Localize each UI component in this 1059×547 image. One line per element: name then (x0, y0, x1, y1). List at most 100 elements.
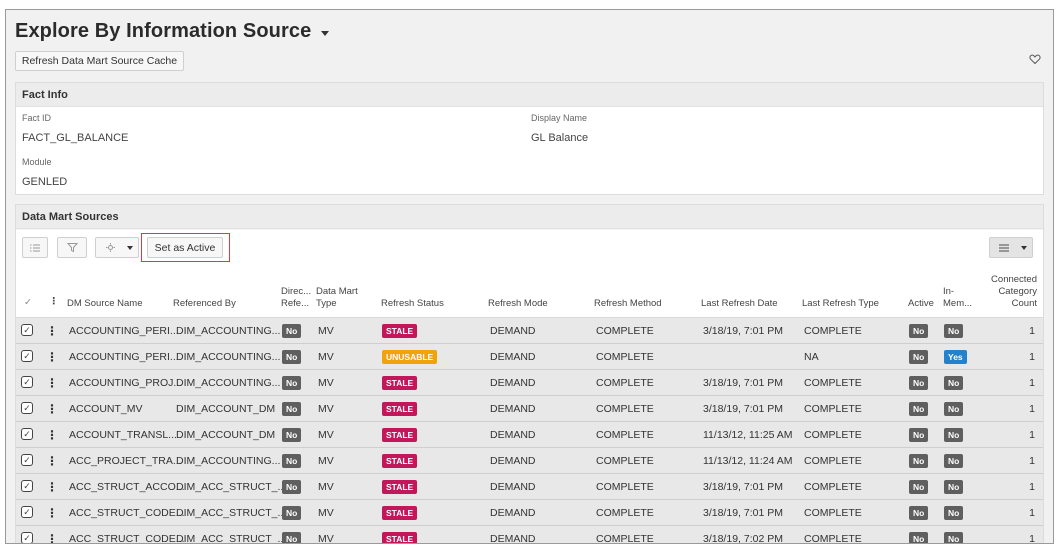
settings-split-button[interactable] (95, 237, 139, 258)
row-actions-kebab-icon[interactable]: ⋮ (46, 402, 58, 416)
refresh-cache-button[interactable]: Refresh Data Mart Source Cache (15, 51, 184, 71)
cell-dm-type: MV (318, 481, 334, 493)
cell-connected-count: 1 (1029, 507, 1035, 519)
cell-connected-count: 1 (1029, 533, 1035, 544)
row-actions-kebab-icon[interactable]: ⋮ (46, 324, 58, 338)
col-active[interactable]: Active (908, 298, 934, 310)
chevron-down-icon[interactable] (127, 246, 133, 250)
table-row[interactable]: ✓ ⋮ ACCOUNT_MV DIM_ACCOUNT_DM No MV STALE DEMAN… (16, 396, 1043, 422)
chevron-down-icon[interactable] (321, 30, 330, 36)
cell-direct-ref-badge: No (282, 376, 302, 390)
cell-in-memory-badge: No (944, 376, 964, 390)
col-refresh-mode[interactable]: Refresh Mode (488, 298, 548, 310)
row-actions-kebab-icon[interactable]: ⋮ (46, 480, 58, 494)
fact-id-value: FACT_GL_BALANCE (22, 132, 129, 144)
cell-dm-type: MV (318, 377, 334, 389)
col-referenced-by[interactable]: Referenced By (173, 298, 236, 310)
header-kebab-icon[interactable]: ⋮ (49, 296, 59, 308)
table-row[interactable]: ✓ ⋮ ACCOUNT_TRANSL... DIM_ACCOUNT_DM No MV STA… (16, 422, 1043, 448)
col-refresh-status[interactable]: Refresh Status (381, 298, 444, 310)
table-row[interactable]: ✓ ⋮ ACCOUNTING_PERI... DIM_ACCOUNTING... No M… (16, 318, 1043, 344)
cell-refresh-mode: DEMAND (490, 403, 536, 415)
col-dm-type-line2[interactable]: Type (316, 298, 337, 310)
cell-last-refresh-date: 3/18/19, 7:01 PM (703, 403, 783, 415)
cell-refresh-method: COMPLETE (596, 429, 654, 441)
cell-refresh-status-badge: STALE (382, 506, 418, 520)
row-actions-kebab-icon[interactable]: ⋮ (46, 350, 58, 364)
col-last-refresh-type[interactable]: Last Refresh Type (802, 298, 879, 310)
col-in-mem-line2[interactable]: Mem... (943, 298, 972, 310)
view-options-button[interactable] (989, 237, 1033, 258)
select-all-check[interactable]: ✓ (24, 297, 32, 309)
row-checkbox[interactable]: ✓ (21, 428, 33, 440)
cell-dm-type: MV (318, 351, 334, 363)
cell-dm-type: MV (318, 403, 334, 415)
app-frame: Explore By Information Source Refresh Da… (5, 9, 1054, 544)
filter-icon[interactable] (57, 237, 87, 258)
cell-refresh-mode: DEMAND (490, 429, 536, 441)
settings-icon (106, 243, 115, 252)
fact-info-panel: Fact Info Fact ID FACT_GL_BALANCE Displa… (15, 82, 1044, 195)
row-actions-kebab-icon[interactable]: ⋮ (46, 428, 58, 442)
col-connected-line2[interactable]: Category (998, 286, 1037, 298)
row-actions-kebab-icon[interactable]: ⋮ (46, 376, 58, 390)
cell-refresh-method: COMPLETE (596, 481, 654, 493)
row-checkbox[interactable]: ✓ (21, 480, 33, 492)
row-checkbox[interactable]: ✓ (21, 376, 33, 388)
col-refresh-method[interactable]: Refresh Method (594, 298, 662, 310)
col-in-mem-line1[interactable]: In- (943, 286, 954, 298)
row-checkbox[interactable]: ✓ (21, 324, 33, 336)
row-checkbox[interactable]: ✓ (21, 402, 33, 414)
cell-dm-type: MV (318, 429, 334, 441)
list-icon[interactable] (22, 237, 48, 258)
cell-direct-ref-badge: No (282, 428, 302, 442)
cell-dm-source-name: ACCOUNTING_PROJ... (69, 377, 183, 389)
cell-last-refresh-type: COMPLETE (804, 325, 862, 337)
set-as-active-button[interactable]: Set as Active (147, 237, 223, 258)
heart-icon[interactable] (1029, 53, 1041, 65)
table-row[interactable]: ✓ ⋮ ACC_STRUCT_ACCO... DIM_ACC_STRUCT_... No… (16, 474, 1043, 500)
row-actions-kebab-icon[interactable]: ⋮ (46, 532, 58, 543)
row-checkbox[interactable]: ✓ (21, 350, 33, 362)
row-actions-kebab-icon[interactable]: ⋮ (46, 454, 58, 468)
fact-id-label: Fact ID (22, 113, 52, 123)
row-checkbox[interactable]: ✓ (21, 454, 33, 466)
col-last-refresh-date[interactable]: Last Refresh Date (701, 298, 778, 310)
cell-direct-ref-badge: No (282, 350, 302, 364)
cell-dm-source-name: ACCOUNTING_PERI... (69, 351, 179, 363)
cell-refresh-mode: DEMAND (490, 455, 536, 467)
cell-refresh-status-badge: STALE (382, 480, 418, 494)
row-checkbox[interactable]: ✓ (21, 532, 33, 543)
col-connected-line1[interactable]: Connected (991, 274, 1037, 286)
cell-in-memory-badge: No (944, 454, 964, 468)
table-row[interactable]: ✓ ⋮ ACC_STRUCT_CODE... DIM_ACC_STRUCT_... No… (16, 500, 1043, 526)
cell-referenced-by: DIM_ACC_STRUCT_... (176, 481, 287, 493)
cell-connected-count: 1 (1029, 351, 1035, 363)
cell-in-memory-badge: No (944, 506, 964, 520)
cell-dm-source-name: ACC_PROJECT_TRA... (69, 455, 182, 467)
cell-refresh-method: COMPLETE (596, 507, 654, 519)
col-dm-type-line1[interactable]: Data Mart (316, 286, 358, 298)
module-value: GENLED (22, 176, 68, 188)
table-row[interactable]: ✓ ⋮ ACCOUNTING_PERI... DIM_ACCOUNTING... No M… (16, 344, 1043, 370)
cell-refresh-status-badge: STALE (382, 402, 418, 416)
cell-last-refresh-date: 3/18/19, 7:01 PM (703, 377, 783, 389)
cell-last-refresh-type: COMPLETE (804, 481, 862, 493)
cell-refresh-method: COMPLETE (596, 533, 654, 544)
table-row[interactable]: ✓ ⋮ ACCOUNTING_PROJ... DIM_ACCOUNTING... No M… (16, 370, 1043, 396)
cell-refresh-mode: DEMAND (490, 533, 536, 544)
cell-refresh-mode: DEMAND (490, 325, 536, 337)
row-checkbox[interactable]: ✓ (21, 506, 33, 518)
col-dm-source-name[interactable]: DM Source Name (67, 298, 143, 310)
cell-last-refresh-type: COMPLETE (804, 533, 862, 544)
col-direct-ref-line2[interactable]: Refe... (281, 298, 309, 310)
cell-connected-count: 1 (1029, 429, 1035, 441)
table-row[interactable]: ✓ ⋮ ACC_STRUCT_CODE... DIM_ACC_STRUCT_... No… (16, 526, 1043, 544)
col-connected-line3[interactable]: Count (1012, 298, 1037, 310)
row-actions-kebab-icon[interactable]: ⋮ (46, 506, 58, 520)
cell-refresh-mode: DEMAND (490, 377, 536, 389)
cell-in-memory-badge: No (944, 480, 964, 494)
table-row[interactable]: ✓ ⋮ ACC_PROJECT_TRA... DIM_ACCOUNTING... No M… (16, 448, 1043, 474)
chevron-down-icon[interactable] (1021, 246, 1027, 250)
col-direct-ref-line1[interactable]: Direc... (281, 286, 311, 298)
